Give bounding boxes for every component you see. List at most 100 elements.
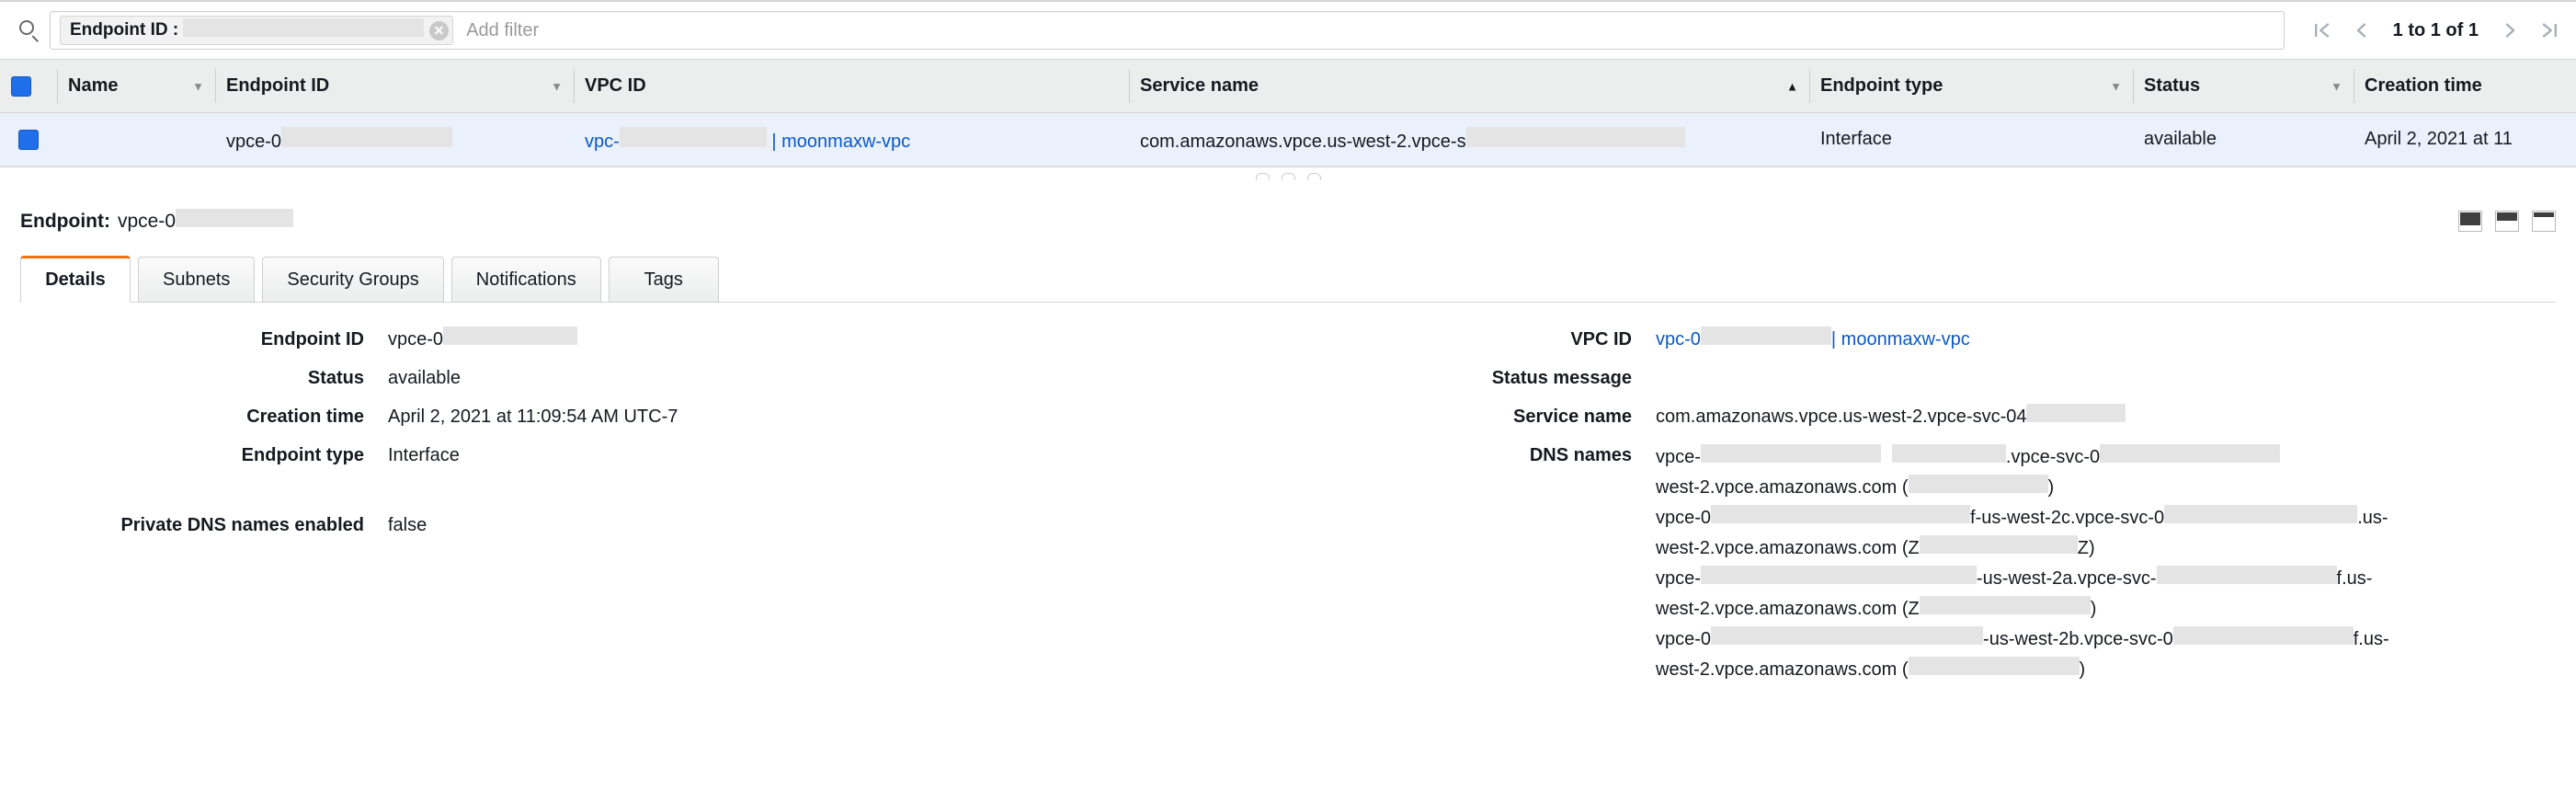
chevron-left-icon bbox=[2354, 21, 2367, 40]
panel-splitter[interactable] bbox=[0, 166, 2576, 200]
panel-size-small-icon[interactable] bbox=[2458, 211, 2482, 232]
chevron-down-icon[interactable]: ▼ bbox=[551, 80, 563, 92]
detail-title-prefix: vpce-0 bbox=[118, 211, 176, 232]
panel-size-large-icon[interactable] bbox=[2532, 211, 2556, 232]
field-label: Endpoint type bbox=[20, 442, 388, 468]
chevron-right-icon bbox=[2504, 21, 2517, 40]
row-select-cell bbox=[0, 113, 57, 166]
dns-name-line: vpce-0f-us-west-2c.vpce-svc-0.us- bbox=[1656, 503, 2556, 533]
pagination-next-button[interactable] bbox=[2491, 11, 2530, 50]
dns-name-line: vpce--us-west-2a.vpce-svc-f.us- bbox=[1656, 564, 2556, 594]
column-label: Creation time bbox=[2365, 75, 2482, 96]
redacted-vpc-id bbox=[620, 127, 767, 147]
endpoints-table: Name ▼ Endpoint ID ▼ VPC ID Service name… bbox=[0, 59, 2576, 166]
panel-size-medium-icon[interactable] bbox=[2495, 211, 2519, 232]
vpc-id-prefix: vpc- bbox=[585, 132, 620, 152]
chevron-down-icon[interactable]: ▼ bbox=[192, 80, 204, 92]
field-label: Service name bbox=[1288, 404, 1656, 430]
select-all-checkbox[interactable] bbox=[11, 76, 31, 97]
tab-details[interactable]: Details bbox=[20, 256, 131, 303]
pagination-label: 1 to 1 of 1 bbox=[2380, 20, 2491, 41]
redacted-segment bbox=[1909, 475, 2048, 493]
cell-endpoint-id: vpce-0 bbox=[215, 113, 574, 166]
column-header-vpc-id[interactable]: VPC ID bbox=[574, 60, 1129, 113]
vpc-id-link[interactable]: vpc- bbox=[585, 132, 767, 152]
column-header-endpoint-id[interactable]: Endpoint ID ▼ bbox=[215, 60, 574, 113]
vpc-endpoints-console: Endpoint ID : Add filter 1 to 1 of 1 bbox=[0, 0, 2576, 802]
chevron-down-icon[interactable]: ▼ bbox=[2331, 80, 2342, 92]
row-checkbox[interactable] bbox=[18, 130, 39, 150]
table-row[interactable]: vpce-0 vpc- | moonmaxw-vpc com.amazonaws… bbox=[0, 113, 2576, 166]
endpoint-detail-panel: Endpoint:vpce-0 Details Subnets Security… bbox=[0, 200, 2576, 698]
filter-token-endpoint-id[interactable]: Endpoint ID : bbox=[60, 16, 453, 45]
tab-tags[interactable]: Tags bbox=[609, 257, 719, 303]
redacted-segment bbox=[1711, 505, 1970, 523]
redacted-endpoint-id bbox=[281, 127, 452, 147]
filter-bar: Endpoint ID : Add filter 1 to 1 of 1 bbox=[0, 0, 2576, 59]
column-header-name[interactable]: Name ▼ bbox=[57, 60, 215, 113]
first-page-icon bbox=[2314, 21, 2330, 40]
table-header-row: Name ▼ Endpoint ID ▼ VPC ID Service name… bbox=[0, 60, 2576, 113]
service-name-prefix: com.amazonaws.vpce.us-west-2.vpce-s bbox=[1140, 132, 1466, 152]
redacted-segment bbox=[1920, 596, 2091, 614]
field-creation-time: Creation time April 2, 2021 at 11:09:54 … bbox=[20, 404, 1288, 430]
pagination-prev-button[interactable] bbox=[2342, 11, 2380, 50]
field-value: vpce-0 bbox=[388, 327, 1288, 352]
dns-name-line: west-2.vpce.amazonaws.com (ZZ) bbox=[1656, 533, 2556, 564]
cell-creation-time: April 2, 2021 at 11 bbox=[2354, 113, 2576, 166]
sort-ascending-icon[interactable]: ▲ bbox=[1786, 80, 1798, 92]
field-label: DNS names bbox=[1288, 442, 1656, 685]
redacted-endpoint-id bbox=[443, 327, 577, 345]
service-name-prefix: com.amazonaws.vpce.us-west-2.vpce-svc-04 bbox=[1656, 407, 2026, 427]
pagination-last-button[interactable] bbox=[2530, 11, 2569, 50]
vpc-id-prefix: vpc-0 bbox=[1656, 329, 1701, 349]
detail-fields: Endpoint ID vpce-0 Status available Crea… bbox=[20, 327, 2556, 698]
column-header-service-name[interactable]: Service name ▲ bbox=[1129, 60, 1809, 113]
field-label: Endpoint ID bbox=[20, 327, 388, 352]
vpc-id-link[interactable]: vpc-0 bbox=[1656, 329, 1831, 349]
vpc-separator: | bbox=[771, 132, 776, 152]
field-label: Creation time bbox=[20, 404, 388, 430]
redacted-segment bbox=[2164, 505, 2357, 523]
redacted-endpoint-id bbox=[176, 209, 293, 227]
drag-grip-icon[interactable] bbox=[1256, 173, 1321, 180]
select-all-header bbox=[0, 60, 57, 113]
tab-subnets[interactable]: Subnets bbox=[138, 257, 255, 303]
dns-name-line: vpce-.vpce-svc-0 bbox=[1656, 442, 2556, 473]
status-badge: available bbox=[2133, 113, 2354, 166]
add-filter-placeholder[interactable]: Add filter bbox=[466, 20, 539, 41]
detail-title-value: vpce-0 bbox=[118, 211, 293, 232]
cell-vpc-id: vpc- | moonmaxw-vpc bbox=[574, 113, 1129, 166]
field-status: Status available bbox=[20, 365, 1288, 391]
column-header-creation-time[interactable]: Creation time bbox=[2354, 60, 2576, 113]
tab-notifications[interactable]: Notifications bbox=[451, 257, 601, 303]
pagination-first-button[interactable] bbox=[2303, 11, 2342, 50]
filter-input[interactable]: Endpoint ID : Add filter bbox=[50, 11, 2285, 50]
filter-token-label: Endpoint ID : bbox=[70, 20, 178, 40]
redacted-segment bbox=[1711, 626, 1983, 645]
column-label: Service name bbox=[1140, 75, 1259, 96]
field-private-dns-names-enabled: Private DNS names enabled false bbox=[20, 512, 1288, 538]
field-value: vpc-0| moonmaxw-vpc bbox=[1656, 327, 2556, 352]
redacted-segment bbox=[2100, 444, 2280, 463]
field-status-message: Status message bbox=[1288, 365, 2556, 391]
redacted-service-name bbox=[2026, 404, 2126, 422]
field-label: VPC ID bbox=[1288, 327, 1656, 352]
detail-right-column: VPC ID vpc-0| moonmaxw-vpc Status messag… bbox=[1288, 327, 2556, 698]
field-value: April 2, 2021 at 11:09:54 AM UTC-7 bbox=[388, 404, 1288, 430]
field-service-name: Service name com.amazonaws.vpce.us-west-… bbox=[1288, 404, 2556, 430]
redacted-segment bbox=[1892, 444, 2006, 463]
cell-endpoint-type: Interface bbox=[1809, 113, 2133, 166]
chevron-down-icon[interactable]: ▼ bbox=[2110, 80, 2122, 92]
detail-tabs: Details Subnets Security Groups Notifica… bbox=[20, 255, 2556, 303]
tab-security-groups[interactable]: Security Groups bbox=[262, 257, 443, 303]
column-header-endpoint-type[interactable]: Endpoint type ▼ bbox=[1809, 60, 2133, 113]
field-endpoint-id: Endpoint ID vpce-0 bbox=[20, 327, 1288, 352]
redacted-service-name bbox=[1466, 127, 1685, 147]
column-header-status[interactable]: Status ▼ bbox=[2133, 60, 2354, 113]
close-icon[interactable] bbox=[429, 21, 449, 40]
tab-label: Details bbox=[45, 269, 106, 291]
field-value: false bbox=[388, 512, 1288, 538]
vpc-name-link[interactable]: moonmaxw-vpc bbox=[1841, 329, 1970, 349]
vpc-name-link[interactable]: moonmaxw-vpc bbox=[781, 132, 910, 152]
